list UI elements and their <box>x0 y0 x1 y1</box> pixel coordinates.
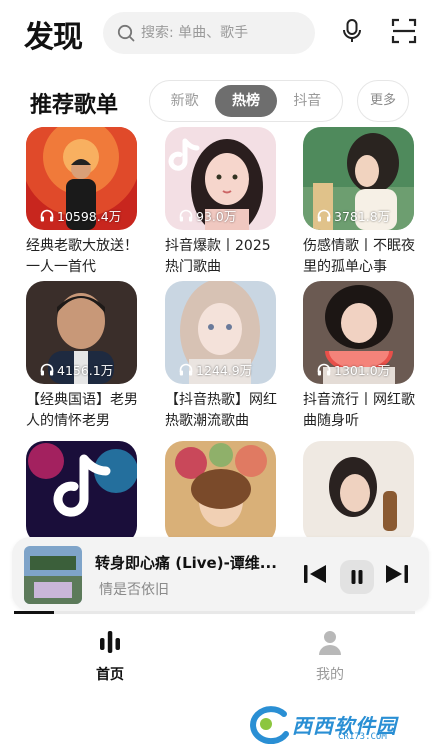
playlist-title[interactable]: 抖音流行丨网红歌曲随身听 <box>303 390 416 432</box>
playlist-cover: 93.0万 <box>165 127 276 230</box>
playlist-card[interactable]: 1301.0万 抖音流行丨网红歌曲随身听 <box>303 281 416 432</box>
playlist-cover: 1301.0万 <box>303 281 414 384</box>
playlist-title[interactable]: 伤感情歌丨不眠夜里的孤单心事 <box>303 236 416 278</box>
nav-item-home[interactable]: 首页 <box>70 628 150 684</box>
section-title: 推荐歌单 <box>30 93 119 118</box>
nav-item-mine[interactable]: 我的 <box>290 628 370 684</box>
page-title: 发现 <box>24 20 83 55</box>
watermark-url: CR173.COM <box>338 732 387 742</box>
play-count: 1301.0万 <box>317 360 390 379</box>
playlist-cover: 4156.1万 <box>26 281 137 384</box>
microphone-icon[interactable] <box>337 16 367 46</box>
nav-label-mine: 我的 <box>316 667 344 683</box>
pause-button[interactable] <box>340 560 374 594</box>
skip-next-icon <box>386 565 408 583</box>
playlist-cover <box>26 441 137 537</box>
now-playing-subtitle: 情是否依旧 <box>99 582 169 598</box>
tab-douyin[interactable]: 抖音 <box>277 85 338 117</box>
headphones-icon <box>179 209 193 222</box>
playback-progress-fill <box>14 611 55 614</box>
playlist-title[interactable]: 【经典国语】老男人的情怀老男 <box>26 390 139 432</box>
playlist-cover <box>165 441 276 537</box>
search-input[interactable] <box>141 25 311 41</box>
play-count: 3781.8万 <box>317 206 390 225</box>
play-count-text: 4156.1万 <box>57 363 114 378</box>
play-count-text: 10598.4万 <box>57 209 122 224</box>
play-count-text: 1244.9万 <box>196 363 253 378</box>
playlist-card[interactable] <box>26 441 139 537</box>
headphones-icon <box>317 363 331 376</box>
playback-progress-bar[interactable] <box>14 611 415 614</box>
play-count: 10598.4万 <box>40 206 121 225</box>
headphones-icon <box>179 363 193 376</box>
watermark-logo: 西西软件园 CR173.COM <box>244 704 422 746</box>
previous-track-button[interactable] <box>300 559 330 589</box>
search-bar[interactable] <box>103 12 315 54</box>
scan-icon[interactable] <box>389 16 419 46</box>
playlist-card[interactable] <box>165 441 278 537</box>
playlist-card[interactable]: 93.0万 抖音爆款丨2025热门歌曲 <box>165 127 278 278</box>
playlist-cover: 10598.4万 <box>26 127 137 230</box>
playlist-cover: 1244.9万 <box>165 281 276 384</box>
playlist-card[interactable] <box>303 441 416 537</box>
headphones-icon <box>317 209 331 222</box>
search-icon <box>117 24 135 42</box>
playlist-title[interactable]: 【抖音热歌】网红热歌潮流歌曲 <box>165 390 278 432</box>
tab-hot-chart[interactable]: 热榜 <box>215 85 277 117</box>
next-track-button[interactable] <box>382 559 412 589</box>
headphones-icon <box>40 209 54 222</box>
playlist-title[interactable]: 抖音爆款丨2025热门歌曲 <box>165 236 278 278</box>
nav-label-home: 首页 <box>96 667 124 683</box>
home-bars-icon <box>100 631 120 653</box>
now-playing-cover[interactable] <box>24 546 82 604</box>
play-count: 4156.1万 <box>40 360 113 379</box>
playlist-grid: 10598.4万 经典老歌大放送！一人一首代 93.0万 抖音爆款丨2025热门… <box>0 127 441 537</box>
playlist-cover: 3781.8万 <box>303 127 414 230</box>
more-button[interactable]: 更多 <box>357 80 409 122</box>
play-count-text: 3781.8万 <box>334 209 391 224</box>
playlist-card[interactable]: 3781.8万 伤感情歌丨不眠夜里的孤单心事 <box>303 127 416 278</box>
playlist-cover <box>303 441 414 537</box>
play-count-text: 1301.0万 <box>334 363 391 378</box>
play-count: 1244.9万 <box>179 360 252 379</box>
playlist-card[interactable]: 1244.9万 【抖音热歌】网红热歌潮流歌曲 <box>165 281 278 432</box>
header: 发现 <box>0 0 441 70</box>
play-count: 93.0万 <box>179 206 236 225</box>
mini-player[interactable]: 转身即心痛 (Live)-谭维... 情是否依旧 <box>12 537 429 611</box>
playlist-card[interactable]: 10598.4万 经典老歌大放送！一人一首代 <box>26 127 139 278</box>
playlist-card[interactable]: 4156.1万 【经典国语】老男人的情怀老男 <box>26 281 139 432</box>
now-playing-title: 转身即心痛 (Live)-谭维... <box>95 554 277 572</box>
headphones-icon <box>40 363 54 376</box>
play-count-text: 93.0万 <box>196 209 237 224</box>
playlist-title[interactable]: 经典老歌大放送！一人一首代 <box>26 236 139 278</box>
person-icon <box>319 631 341 655</box>
tab-new-songs[interactable]: 新歌 <box>154 85 215 117</box>
pause-icon <box>351 570 363 584</box>
skip-previous-icon <box>304 565 326 583</box>
category-tabs: 新歌 热榜 抖音 <box>149 80 343 122</box>
